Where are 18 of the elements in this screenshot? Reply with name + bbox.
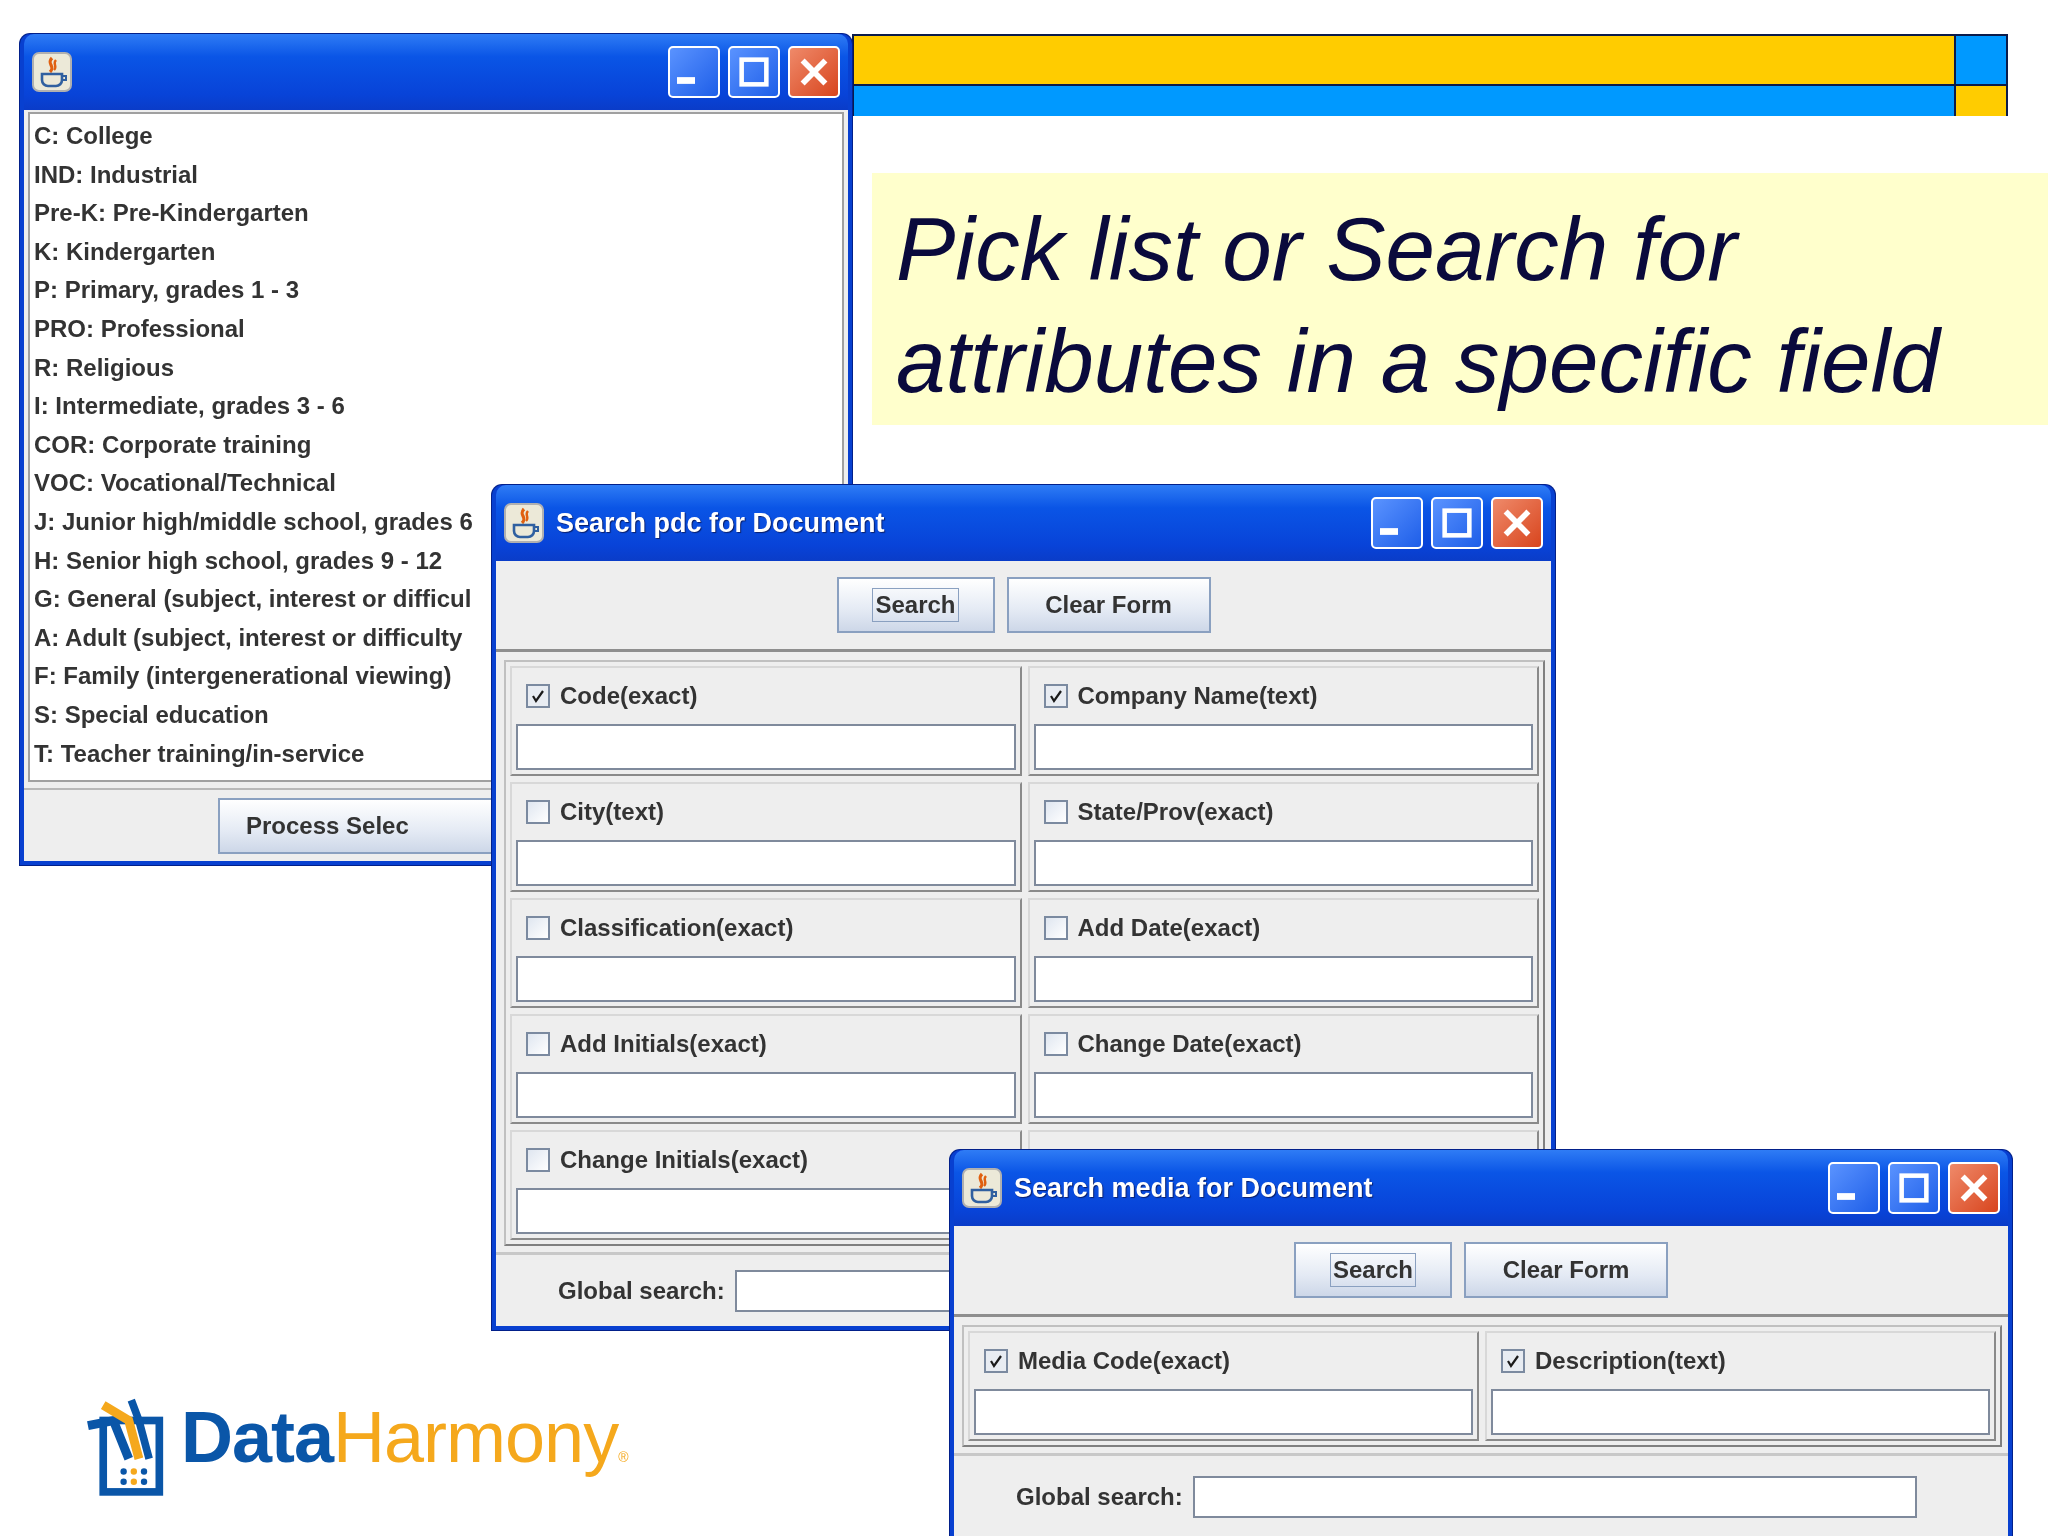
checkbox-label: Code(exact)	[560, 682, 698, 710]
field-label: Global search:	[1016, 1483, 1183, 1511]
checkbox-label: Add Date(exact)	[1077, 914, 1261, 942]
checkbox-label: Company Name(text)	[1077, 682, 1318, 710]
checkbox-label: Media Code(exact)	[1018, 1347, 1231, 1375]
checkbox-label: Description(text)	[1535, 1347, 1726, 1375]
checkbox-label: State/Prov(exact)	[1077, 798, 1274, 826]
heading-text: attributes in a specific field	[896, 310, 1943, 413]
checkbox-label: City(text)	[560, 798, 664, 826]
window-title: Search media for Document	[1014, 1172, 1373, 1204]
checkbox-label: Change Date(exact)	[1077, 1030, 1302, 1058]
checkbox-label: Add Initials(exact)	[560, 1030, 767, 1058]
field-label: Global search:	[558, 1276, 725, 1305]
checkbox-label: Change Initials(exact)	[560, 1146, 809, 1174]
heading-text: Pick list or Search for	[896, 193, 2048, 305]
checkbox-label: Classification(exact)	[560, 914, 794, 942]
logo-wordmark: DataHarmony®	[181, 1397, 628, 1479]
window-title: Search pdc for Document	[556, 507, 885, 539]
